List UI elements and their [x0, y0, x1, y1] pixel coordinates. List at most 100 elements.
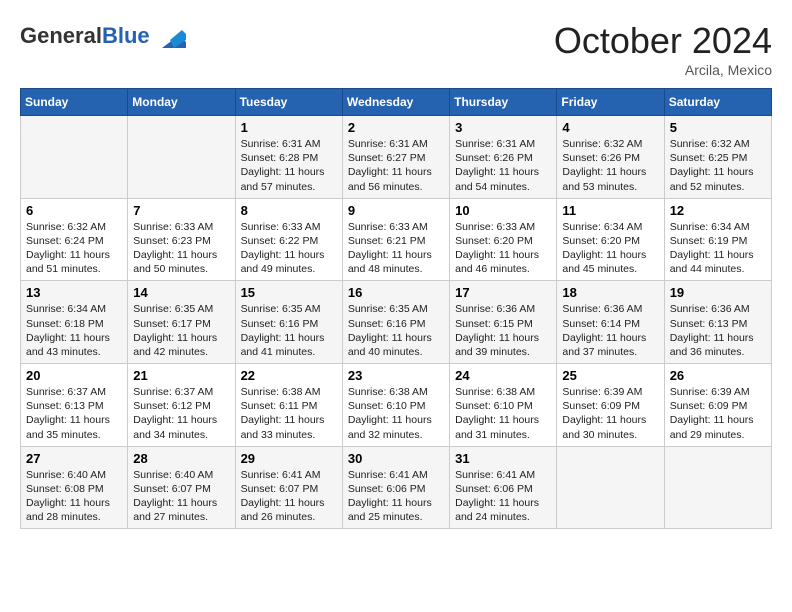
calendar-cell: 6 Sunrise: 6:32 AMSunset: 6:24 PMDaylight… [21, 198, 128, 281]
day-number: 11 [562, 203, 658, 218]
calendar-cell: 9 Sunrise: 6:33 AMSunset: 6:21 PMDaylight… [342, 198, 449, 281]
logo-general-text: General [20, 23, 102, 48]
calendar-cell: 25 Sunrise: 6:39 AMSunset: 6:09 PMDayligh… [557, 364, 664, 447]
calendar-cell: 20 Sunrise: 6:37 AMSunset: 6:13 PMDayligh… [21, 364, 128, 447]
day-number: 25 [562, 368, 658, 383]
day-info: Sunrise: 6:40 AMSunset: 6:08 PMDaylight:… [26, 468, 122, 525]
calendar-row: 20 Sunrise: 6:37 AMSunset: 6:13 PMDayligh… [21, 364, 772, 447]
day-info: Sunrise: 6:36 AMSunset: 6:13 PMDaylight:… [670, 302, 766, 359]
day-number: 22 [241, 368, 337, 383]
calendar-cell: 27Sunrise: 6:40 AMSunset: 6:08 PMDayligh… [21, 446, 128, 529]
calendar-cell: 29 Sunrise: 6:41 AMSunset: 6:07 PMDayligh… [235, 446, 342, 529]
calendar-row: 6 Sunrise: 6:32 AMSunset: 6:24 PMDaylight… [21, 198, 772, 281]
calendar-cell: 22 Sunrise: 6:38 AMSunset: 6:11 PMDayligh… [235, 364, 342, 447]
calendar-cell: 21Sunrise: 6:37 AMSunset: 6:12 PMDayligh… [128, 364, 235, 447]
weekday-header: Wednesday [342, 89, 449, 116]
calendar-table: SundayMondayTuesdayWednesdayThursdayFrid… [20, 88, 772, 529]
weekday-header: Saturday [664, 89, 771, 116]
day-number: 29 [241, 451, 337, 466]
calendar-cell [557, 446, 664, 529]
day-number: 9 [348, 203, 444, 218]
day-number: 7 [133, 203, 229, 218]
page-header: GeneralBlue October 2024 Arcila, Mexico [20, 20, 772, 78]
day-info: Sunrise: 6:41 AMSunset: 6:06 PMDaylight:… [455, 468, 551, 525]
calendar-cell: 31 Sunrise: 6:41 AMSunset: 6:06 PMDayligh… [450, 446, 557, 529]
calendar-cell: 8 Sunrise: 6:33 AMSunset: 6:22 PMDaylight… [235, 198, 342, 281]
calendar-cell: 23 Sunrise: 6:38 AMSunset: 6:10 PMDayligh… [342, 364, 449, 447]
weekday-header: Thursday [450, 89, 557, 116]
calendar-cell: 13 Sunrise: 6:34 AMSunset: 6:18 PMDayligh… [21, 281, 128, 364]
calendar-cell: 12Sunrise: 6:34 AMSunset: 6:19 PMDayligh… [664, 198, 771, 281]
day-number: 20 [26, 368, 122, 383]
day-info: Sunrise: 6:38 AMSunset: 6:11 PMDaylight:… [241, 385, 337, 442]
day-number: 23 [348, 368, 444, 383]
day-number: 8 [241, 203, 337, 218]
location: Arcila, Mexico [554, 62, 772, 78]
day-info: Sunrise: 6:38 AMSunset: 6:10 PMDaylight:… [348, 385, 444, 442]
day-number: 18 [562, 285, 658, 300]
day-info: Sunrise: 6:36 AMSunset: 6:14 PMDaylight:… [562, 302, 658, 359]
logo: GeneralBlue [20, 20, 186, 52]
logo-blue-text: Blue [102, 23, 150, 48]
day-number: 17 [455, 285, 551, 300]
day-info: Sunrise: 6:35 AMSunset: 6:16 PMDaylight:… [241, 302, 337, 359]
day-info: Sunrise: 6:41 AMSunset: 6:06 PMDaylight:… [348, 468, 444, 525]
day-number: 16 [348, 285, 444, 300]
day-info: Sunrise: 6:32 AMSunset: 6:24 PMDaylight:… [26, 220, 122, 277]
day-info: Sunrise: 6:31 AMSunset: 6:27 PMDaylight:… [348, 137, 444, 194]
day-number: 30 [348, 451, 444, 466]
day-info: Sunrise: 6:41 AMSunset: 6:07 PMDaylight:… [241, 468, 337, 525]
calendar-cell: 18 Sunrise: 6:36 AMSunset: 6:14 PMDayligh… [557, 281, 664, 364]
title-block: October 2024 Arcila, Mexico [554, 20, 772, 78]
day-info: Sunrise: 6:33 AMSunset: 6:20 PMDaylight:… [455, 220, 551, 277]
day-info: Sunrise: 6:33 AMSunset: 6:21 PMDaylight:… [348, 220, 444, 277]
calendar-cell: 1 Sunrise: 6:31 AMSunset: 6:28 PMDaylight… [235, 116, 342, 199]
day-info: Sunrise: 6:37 AMSunset: 6:12 PMDaylight:… [133, 385, 229, 442]
day-number: 10 [455, 203, 551, 218]
day-info: Sunrise: 6:33 AMSunset: 6:23 PMDaylight:… [133, 220, 229, 277]
calendar-row: 13 Sunrise: 6:34 AMSunset: 6:18 PMDayligh… [21, 281, 772, 364]
day-info: Sunrise: 6:31 AMSunset: 6:28 PMDaylight:… [241, 137, 337, 194]
day-info: Sunrise: 6:39 AMSunset: 6:09 PMDaylight:… [562, 385, 658, 442]
calendar-cell: 16 Sunrise: 6:35 AMSunset: 6:16 PMDayligh… [342, 281, 449, 364]
month-title: October 2024 [554, 20, 772, 62]
day-number: 2 [348, 120, 444, 135]
day-info: Sunrise: 6:34 AMSunset: 6:19 PMDaylight:… [670, 220, 766, 277]
calendar-cell: 7 Sunrise: 6:33 AMSunset: 6:23 PMDaylight… [128, 198, 235, 281]
day-number: 13 [26, 285, 122, 300]
weekday-header: Tuesday [235, 89, 342, 116]
day-number: 3 [455, 120, 551, 135]
day-number: 5 [670, 120, 766, 135]
calendar-cell: 26Sunrise: 6:39 AMSunset: 6:09 PMDayligh… [664, 364, 771, 447]
day-info: Sunrise: 6:33 AMSunset: 6:22 PMDaylight:… [241, 220, 337, 277]
calendar-cell: 5Sunrise: 6:32 AMSunset: 6:25 PMDaylight… [664, 116, 771, 199]
day-info: Sunrise: 6:34 AMSunset: 6:18 PMDaylight:… [26, 302, 122, 359]
day-number: 4 [562, 120, 658, 135]
day-number: 31 [455, 451, 551, 466]
calendar-row: 1 Sunrise: 6:31 AMSunset: 6:28 PMDaylight… [21, 116, 772, 199]
calendar-cell [21, 116, 128, 199]
calendar-cell: 30 Sunrise: 6:41 AMSunset: 6:06 PMDayligh… [342, 446, 449, 529]
weekday-header: Friday [557, 89, 664, 116]
calendar-cell: 19 Sunrise: 6:36 AMSunset: 6:13 PMDayligh… [664, 281, 771, 364]
day-number: 28 [133, 451, 229, 466]
day-info: Sunrise: 6:35 AMSunset: 6:16 PMDaylight:… [348, 302, 444, 359]
day-number: 14 [133, 285, 229, 300]
calendar-cell: 4 Sunrise: 6:32 AMSunset: 6:26 PMDaylight… [557, 116, 664, 199]
day-info: Sunrise: 6:34 AMSunset: 6:20 PMDaylight:… [562, 220, 658, 277]
day-info: Sunrise: 6:35 AMSunset: 6:17 PMDaylight:… [133, 302, 229, 359]
day-number: 24 [455, 368, 551, 383]
day-info: Sunrise: 6:40 AMSunset: 6:07 PMDaylight:… [133, 468, 229, 525]
day-number: 1 [241, 120, 337, 135]
day-number: 6 [26, 203, 122, 218]
day-info: Sunrise: 6:37 AMSunset: 6:13 PMDaylight:… [26, 385, 122, 442]
calendar-cell: 24Sunrise: 6:38 AMSunset: 6:10 PMDayligh… [450, 364, 557, 447]
day-info: Sunrise: 6:32 AMSunset: 6:26 PMDaylight:… [562, 137, 658, 194]
weekday-header: Sunday [21, 89, 128, 116]
day-number: 19 [670, 285, 766, 300]
day-info: Sunrise: 6:36 AMSunset: 6:15 PMDaylight:… [455, 302, 551, 359]
calendar-row: 27Sunrise: 6:40 AMSunset: 6:08 PMDayligh… [21, 446, 772, 529]
calendar-cell: 17 Sunrise: 6:36 AMSunset: 6:15 PMDayligh… [450, 281, 557, 364]
weekday-header-row: SundayMondayTuesdayWednesdayThursdayFrid… [21, 89, 772, 116]
calendar-cell: 14 Sunrise: 6:35 AMSunset: 6:17 PMDayligh… [128, 281, 235, 364]
